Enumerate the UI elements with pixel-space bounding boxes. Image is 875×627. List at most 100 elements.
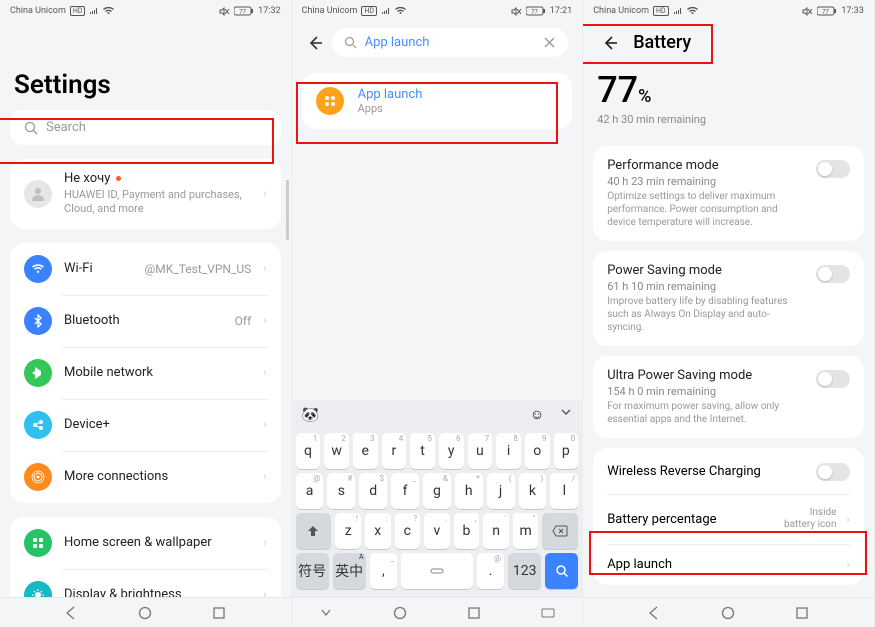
row-label: Display & brightness [64, 587, 251, 597]
key-d[interactable]: $d [359, 473, 387, 509]
search-icon [24, 121, 38, 135]
account-row[interactable]: Не хочу HUAWEI ID, Payment and purchases… [10, 159, 281, 229]
screen-search: China Unicom HD 77 17:21 [292, 0, 584, 627]
key-u[interactable]: 7u [468, 433, 493, 469]
row-icon [24, 255, 52, 283]
status-bar: China Unicom HD 77 17:32 [0, 0, 291, 20]
keyboard-smile-icon[interactable]: ☺ [530, 406, 544, 423]
key-backspace[interactable] [542, 513, 578, 549]
result-title: App launch [358, 87, 541, 102]
row-label: Device+ [64, 417, 239, 432]
key-a[interactable]: @a [296, 473, 324, 509]
key-e[interactable]: 3e [353, 433, 378, 469]
key-s[interactable]: #s [327, 473, 355, 509]
key-t[interactable]: 5t [410, 433, 435, 469]
keyboard-collapse-icon[interactable] [560, 406, 572, 423]
nav-keyboard-icon[interactable] [541, 606, 555, 620]
hd-badge: HD [70, 6, 86, 16]
key-lang[interactable]: 英中A [333, 553, 366, 589]
key-r[interactable]: 4r [382, 433, 407, 469]
settings-row[interactable]: Home screen & wallpaper › [10, 517, 281, 569]
clear-icon[interactable] [543, 36, 556, 49]
battery-percent: 77% [597, 69, 860, 111]
back-icon[interactable] [601, 34, 619, 52]
key-n[interactable]: 'n [483, 513, 509, 549]
key-h[interactable]: *h [455, 473, 483, 509]
nav-home-icon[interactable] [393, 606, 407, 620]
key-symbols[interactable]: 符号 [296, 553, 329, 589]
key-period[interactable]: @. [477, 553, 505, 589]
nav-back-icon[interactable] [319, 606, 333, 620]
keyboard-emoji-alt-icon[interactable]: 🐼 [302, 407, 319, 423]
result-app-launch[interactable]: App launch Apps › [302, 73, 573, 129]
key-f[interactable]: _f [391, 473, 419, 509]
search-input[interactable] [365, 35, 536, 50]
key-i[interactable]: 8i [496, 433, 521, 469]
battery-row[interactable]: Battery percentageInsidebattery icon› [593, 494, 864, 544]
chevron-right-icon: › [263, 536, 266, 549]
keyboard: 🐼 ☺ 1q2w3e4r5t6y7u8i9o0p @a#s$d_f&g*h(j)k… [292, 400, 583, 597]
battery-row[interactable]: App launch› [593, 544, 864, 585]
mode-desc: Optimize settings to deliver maximum per… [607, 190, 806, 229]
nav-recent-icon[interactable] [467, 606, 481, 620]
battery-icon: 77 [817, 6, 837, 16]
row-label: App launch [607, 557, 836, 572]
key-l[interactable]: /l [550, 473, 578, 509]
key-search[interactable] [545, 553, 578, 589]
settings-row[interactable]: Wi-Fi @MK_Test_VPN_US › [10, 243, 281, 295]
svg-text:77: 77 [239, 9, 246, 16]
search-input[interactable]: Search [10, 110, 281, 145]
key-shift[interactable] [296, 513, 332, 549]
row-toggle[interactable] [816, 463, 850, 481]
svg-text:77: 77 [822, 9, 829, 16]
nav-bar [0, 597, 291, 627]
nav-home-icon[interactable] [721, 606, 735, 620]
key-b[interactable]: ,b [454, 513, 480, 549]
key-g[interactable]: &g [423, 473, 451, 509]
mode-desc: Improve battery life by disabling featur… [607, 295, 806, 334]
mute-icon [219, 7, 230, 16]
nav-home-icon[interactable] [138, 606, 152, 620]
key-c[interactable]: ?c [395, 513, 421, 549]
key-k[interactable]: )k [519, 473, 547, 509]
settings-row[interactable]: More connections › [10, 451, 281, 503]
key-comma[interactable]: _, [370, 553, 398, 589]
row-value: Insidebattery icon [784, 507, 836, 531]
nav-recent-icon[interactable] [212, 606, 226, 620]
mode-remaining: 40 h 23 min remaining [607, 175, 806, 188]
chevron-right-icon: › [263, 262, 266, 275]
key-v[interactable]: .v [424, 513, 450, 549]
settings-row[interactable]: Display & brightness › [10, 569, 281, 597]
settings-row[interactable]: Device+ › [10, 399, 281, 451]
key-z[interactable]: !z [335, 513, 361, 549]
battery-row[interactable]: Wireless Reverse Charging [593, 448, 864, 494]
mode-toggle[interactable] [816, 370, 850, 388]
key-p[interactable]: 0p [554, 433, 579, 469]
signal-icon [673, 7, 683, 15]
settings-row[interactable]: Bluetooth Off › [10, 295, 281, 347]
nav-back-icon[interactable] [647, 606, 661, 620]
key-j[interactable]: (j [487, 473, 515, 509]
mode-toggle[interactable] [816, 265, 850, 283]
key-o[interactable]: 9o [525, 433, 550, 469]
key-y[interactable]: 6y [439, 433, 464, 469]
hd-badge: HD [361, 6, 377, 16]
mode-remaining: 154 h 0 min remaining [607, 385, 806, 398]
row-icon [24, 581, 52, 597]
key-space[interactable] [401, 553, 473, 589]
search-placeholder: Search [46, 120, 86, 135]
account-sub: HUAWEI ID, Payment and purchases, Cloud,… [64, 188, 251, 217]
key-x[interactable]: :x [365, 513, 391, 549]
key-q[interactable]: 1q [296, 433, 321, 469]
nav-recent-icon[interactable] [795, 606, 809, 620]
nav-back-icon[interactable] [64, 606, 78, 620]
mode-toggle[interactable] [816, 160, 850, 178]
search-field[interactable] [332, 28, 569, 57]
settings-row[interactable]: Mobile network › [10, 347, 281, 399]
key-123[interactable]: 123 [508, 553, 541, 589]
key-w[interactable]: 2w [324, 433, 349, 469]
row-icon [24, 463, 52, 491]
back-icon[interactable] [306, 34, 324, 52]
mode-card: Performance mode 40 h 23 min remaining O… [593, 146, 864, 241]
key-m[interactable]: "m [513, 513, 539, 549]
